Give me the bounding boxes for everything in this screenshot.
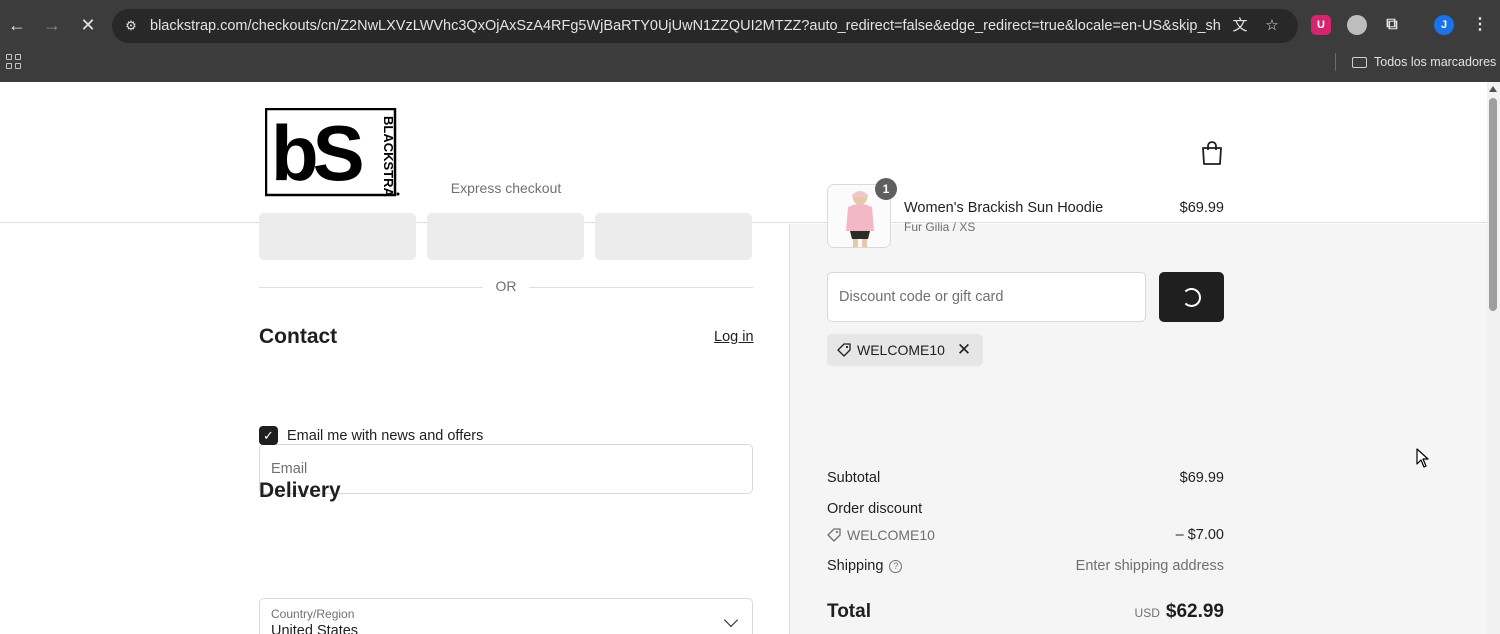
chevron-down-icon: [723, 612, 739, 628]
contact-title: Contact: [259, 325, 338, 348]
mouse-cursor-icon: [1416, 448, 1429, 468]
order-discount-label: Order discount: [827, 501, 923, 517]
all-bookmarks-button[interactable]: Todos los marcadores: [1352, 52, 1496, 72]
newsletter-label[interactable]: Email me with news and offers: [287, 428, 483, 444]
checkout-page: bS BLACKSTRAP: [0, 82, 1487, 634]
order-discount-value: – $7.00: [1175, 527, 1224, 543]
divider-right: [529, 287, 753, 288]
delivery-title: Delivery: [259, 479, 341, 502]
express-pay-button-3[interactable]: [595, 213, 752, 260]
total-amount: USD $62.99: [1000, 601, 1224, 623]
express-pay-button-2[interactable]: [427, 213, 584, 260]
remove-code-icon[interactable]: ✕: [957, 340, 971, 360]
product-variant: Fur Gilia / XS: [904, 220, 976, 234]
order-discount-code: WELCOME10: [827, 527, 935, 543]
site-info-icon[interactable]: ⚙: [122, 17, 140, 35]
browser-menu-icon[interactable]: ⋮: [1470, 15, 1490, 35]
divider-left: [259, 287, 483, 288]
subtotal-value: $69.99: [1179, 470, 1224, 486]
applied-discount-chip: WELCOME10 ✕: [827, 334, 984, 366]
product-name: Women's Brackish Sun Hoodie: [904, 200, 1104, 216]
bookmark-separator: [1335, 53, 1336, 71]
total-label: Total: [827, 601, 871, 622]
stop-loading-icon[interactable]: ✕: [75, 12, 101, 38]
extension-u-icon[interactable]: U: [1311, 15, 1331, 35]
quantity-badge: 1: [875, 178, 897, 200]
country-select[interactable]: Country/Region United States: [259, 598, 753, 634]
forward-icon[interactable]: →: [39, 12, 65, 38]
express-pay-button-1[interactable]: [259, 213, 416, 260]
apps-grid-icon[interactable]: [6, 54, 24, 70]
back-icon[interactable]: ←: [4, 12, 30, 38]
order-discount-code-text: WELCOME10: [847, 527, 935, 543]
folder-icon: [1352, 56, 1367, 68]
country-value: United States: [271, 623, 359, 634]
translate-icon[interactable]: 文: [1230, 16, 1250, 36]
scroll-up-arrow-icon[interactable]: [1489, 86, 1497, 92]
all-bookmarks-label: Todos los marcadores: [1374, 55, 1497, 69]
or-divider-text: OR: [495, 278, 517, 294]
newsletter-checkbox[interactable]: ✓: [259, 426, 278, 445]
discount-code-input[interactable]: Discount code or gift card: [827, 272, 1146, 322]
shipping-row: Shipping?: [827, 558, 903, 574]
tag-icon: [827, 528, 841, 542]
apply-discount-button[interactable]: [1159, 272, 1224, 322]
browser-toolbar: ← → ✕ ⚙ blackstrap.com/checkouts/cn/Z2Nw…: [0, 0, 1500, 82]
express-checkout-title: Express checkout: [450, 180, 562, 196]
country-label: Country/Region: [271, 607, 355, 621]
url-text[interactable]: blackstrap.com/checkouts/cn/Z2NwLXVzLWVh…: [150, 9, 1220, 43]
cart-bag-icon[interactable]: [1200, 140, 1224, 166]
applied-code-text: WELCOME10: [857, 342, 945, 358]
loading-spinner-icon: [1182, 288, 1201, 307]
page-scrollbar[interactable]: [1487, 82, 1500, 634]
total-currency: USD: [1134, 606, 1160, 620]
profile-avatar[interactable]: J: [1434, 15, 1454, 35]
login-link[interactable]: Log in: [714, 329, 754, 345]
checkout-header: bS BLACKSTRAP: [0, 82, 1487, 223]
scrollbar-thumb[interactable]: [1489, 98, 1497, 311]
shipping-label: Shipping: [827, 558, 884, 574]
shipping-value: Enter shipping address: [1075, 558, 1224, 574]
subtotal-label: Subtotal: [827, 470, 881, 486]
bookmark-star-icon[interactable]: ☆: [1262, 16, 1282, 36]
product-price: $69.99: [1179, 200, 1224, 216]
extension-circle-icon[interactable]: [1347, 15, 1367, 35]
total-value: $62.99: [1165, 601, 1224, 622]
help-icon[interactable]: ?: [889, 560, 903, 573]
extensions-puzzle-icon[interactable]: ⧉: [1382, 15, 1402, 35]
address-bar[interactable]: ⚙ blackstrap.com/checkouts/cn/Z2NwLXVzLW…: [112, 9, 1298, 43]
tag-icon: [837, 343, 851, 357]
discount-placeholder: Discount code or gift card: [839, 289, 1004, 305]
